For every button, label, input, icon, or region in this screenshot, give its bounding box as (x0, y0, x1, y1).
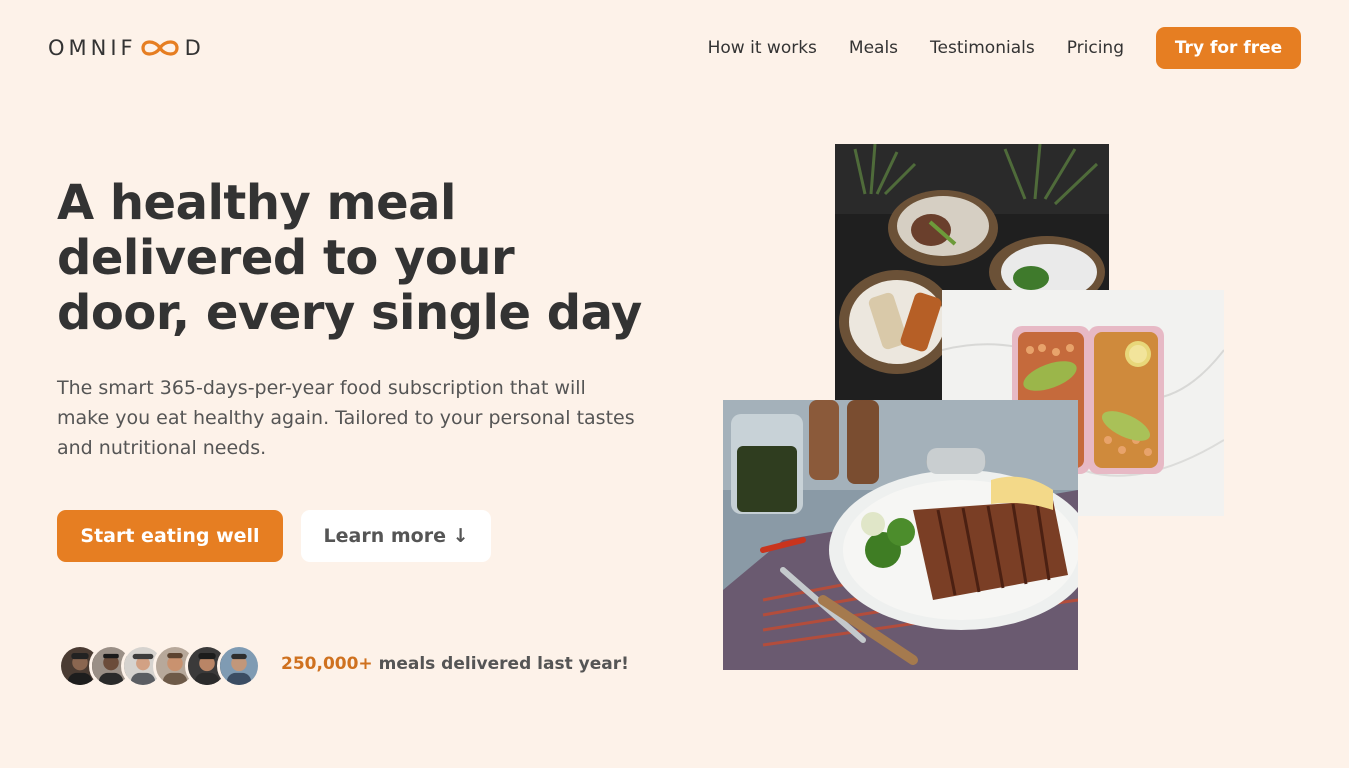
nav-link-testimonials[interactable]: Testimonials (930, 38, 1035, 58)
customer-avatars (58, 644, 268, 688)
nav-link-pricing[interactable]: Pricing (1067, 38, 1124, 58)
logo[interactable]: OMNIF D (48, 34, 205, 62)
delivered-label: meals delivered last year! (372, 654, 629, 674)
main-nav: How it works Meals Testimonials Pricing … (708, 27, 1301, 69)
delivered-count: 250,000+ (281, 654, 373, 674)
delivered-meals-text: 250,000+ meals delivered last year! (281, 654, 629, 674)
hero-title: A healthy meal delivered to your door, e… (57, 175, 642, 341)
nav-link-how-it-works[interactable]: How it works (708, 38, 817, 58)
start-eating-well-button[interactable]: Start eating well (57, 510, 283, 562)
logo-text-right: D (184, 36, 205, 60)
infinity-logo-icon (137, 36, 183, 60)
avatar (217, 644, 261, 688)
nav-link-meals[interactable]: Meals (849, 38, 898, 58)
hero-description: The smart 365-days-per-year food subscri… (57, 377, 635, 459)
logo-text-left: OMNIF (48, 36, 137, 60)
site-header: OMNIF D How it works Meals Testimonials … (0, 0, 1349, 96)
try-for-free-button[interactable]: Try for free (1156, 27, 1301, 69)
steak-plate-image (723, 400, 1078, 670)
learn-more-button[interactable]: Learn more ↓ (301, 510, 491, 562)
